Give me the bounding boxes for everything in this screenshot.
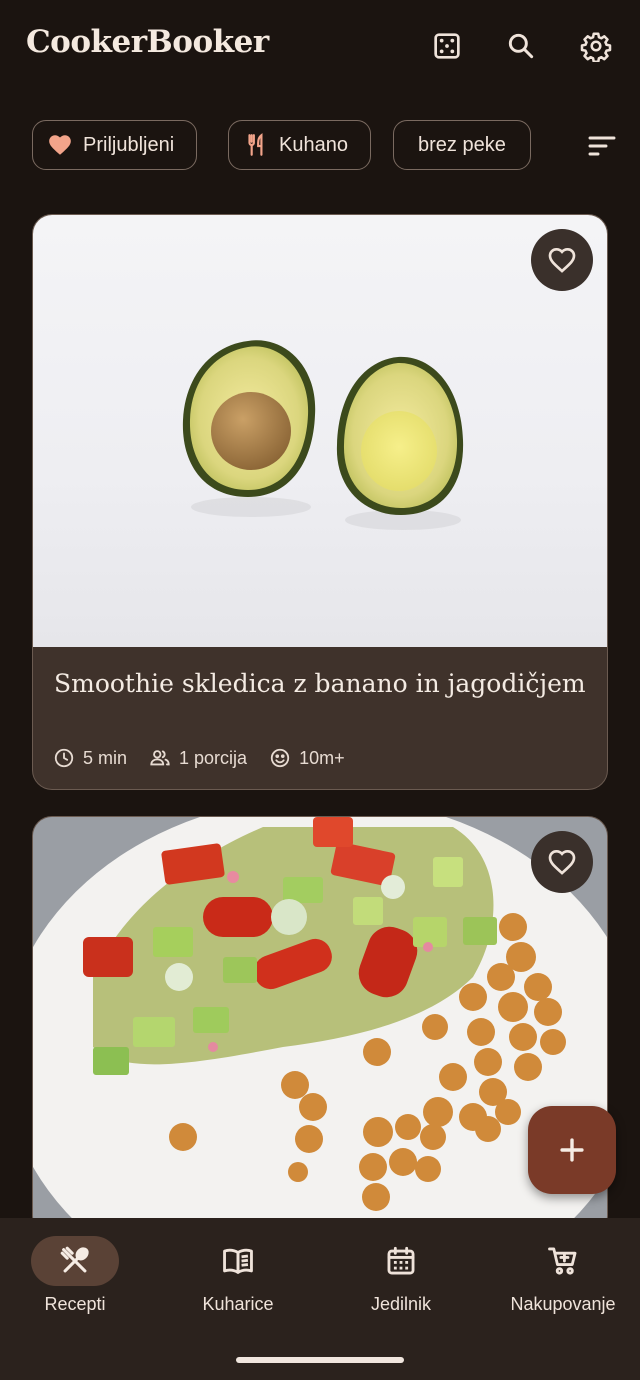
sort-icon	[588, 136, 616, 156]
recipe-title: Smoothie skledica z banano in jagodičjem	[54, 669, 586, 698]
chip-label: Kuhano	[279, 133, 348, 156]
nav-label: Kuharice	[202, 1294, 274, 1314]
favorite-button[interactable]	[531, 229, 593, 291]
dice-icon	[434, 33, 460, 59]
heart-icon	[49, 135, 71, 155]
clock-icon	[54, 748, 74, 768]
chip-favorites[interactable]: Priljubljeni	[32, 120, 198, 170]
nav-label: Nakupovanje	[510, 1294, 616, 1314]
chip-label: brez peke	[418, 133, 506, 156]
sort-button[interactable]	[580, 124, 624, 168]
nav-item-recipes[interactable]: Recepti	[0, 1236, 155, 1315]
fork-spoon-icon	[60, 1246, 89, 1273]
nav-label: Recepti	[44, 1294, 106, 1314]
people-icon	[150, 750, 170, 766]
recipe-time: 5 min	[53, 747, 127, 769]
recipe-card[interactable]: Smoothie skledica z banano in jagodičjem…	[32, 214, 608, 790]
calendar-icon	[387, 1246, 415, 1275]
book-icon	[223, 1248, 253, 1274]
recipe-meta: 5 min 1 porcija 10m+	[53, 747, 345, 769]
search-icon	[508, 33, 534, 59]
recipe-servings: 1 porcija	[149, 747, 247, 769]
bottom-navigation: Recepti Kuharice Jedilnik Nakupovanje	[0, 1218, 640, 1380]
chip-cooked[interactable]: Kuhano	[228, 120, 371, 170]
chip-no-bake[interactable]: brez peke	[393, 120, 531, 170]
heart-outline-icon	[548, 849, 576, 875]
search-button[interactable]	[501, 26, 541, 66]
recipe-image	[33, 817, 607, 1235]
nav-item-meal-plan[interactable]: Jedilnik	[321, 1236, 481, 1315]
plus-icon	[560, 1138, 584, 1162]
add-recipe-button[interactable]	[528, 1106, 616, 1194]
recipe-views: 10m+	[269, 747, 345, 769]
heart-outline-icon	[548, 247, 576, 273]
chip-label: Priljubljeni	[83, 133, 175, 156]
recipe-image	[33, 215, 607, 647]
favorite-button[interactable]	[531, 831, 593, 893]
views-label: 10m+	[299, 747, 345, 768]
home-indicator[interactable]	[236, 1357, 404, 1363]
fork-knife-icon	[248, 133, 263, 156]
top-app-bar: CookerBooker	[0, 0, 640, 92]
settings-icon	[580, 32, 612, 62]
smiley-icon	[270, 748, 290, 768]
filter-chips: Priljubljeni Kuhano brez peke	[0, 120, 640, 170]
time-label: 5 min	[83, 747, 128, 768]
recipe-card[interactable]	[32, 816, 608, 1236]
salad-illustration	[33, 817, 607, 1235]
nav-label: Jedilnik	[370, 1294, 432, 1314]
nav-item-cookbooks[interactable]: Kuharice	[158, 1236, 318, 1315]
nav-active-indicator	[31, 1236, 119, 1286]
random-recipe-button[interactable]	[427, 26, 467, 66]
app-screen: CookerBooker Priljubljeni Kuhano brez pe…	[0, 0, 640, 1380]
servings-label: 1 porcija	[179, 747, 248, 768]
avocado-illustration	[182, 340, 464, 530]
app-title: CookerBooker	[26, 24, 269, 60]
cart-icon	[548, 1247, 577, 1275]
nav-item-shopping[interactable]: Nakupovanje	[483, 1236, 640, 1315]
settings-button[interactable]	[576, 26, 616, 66]
